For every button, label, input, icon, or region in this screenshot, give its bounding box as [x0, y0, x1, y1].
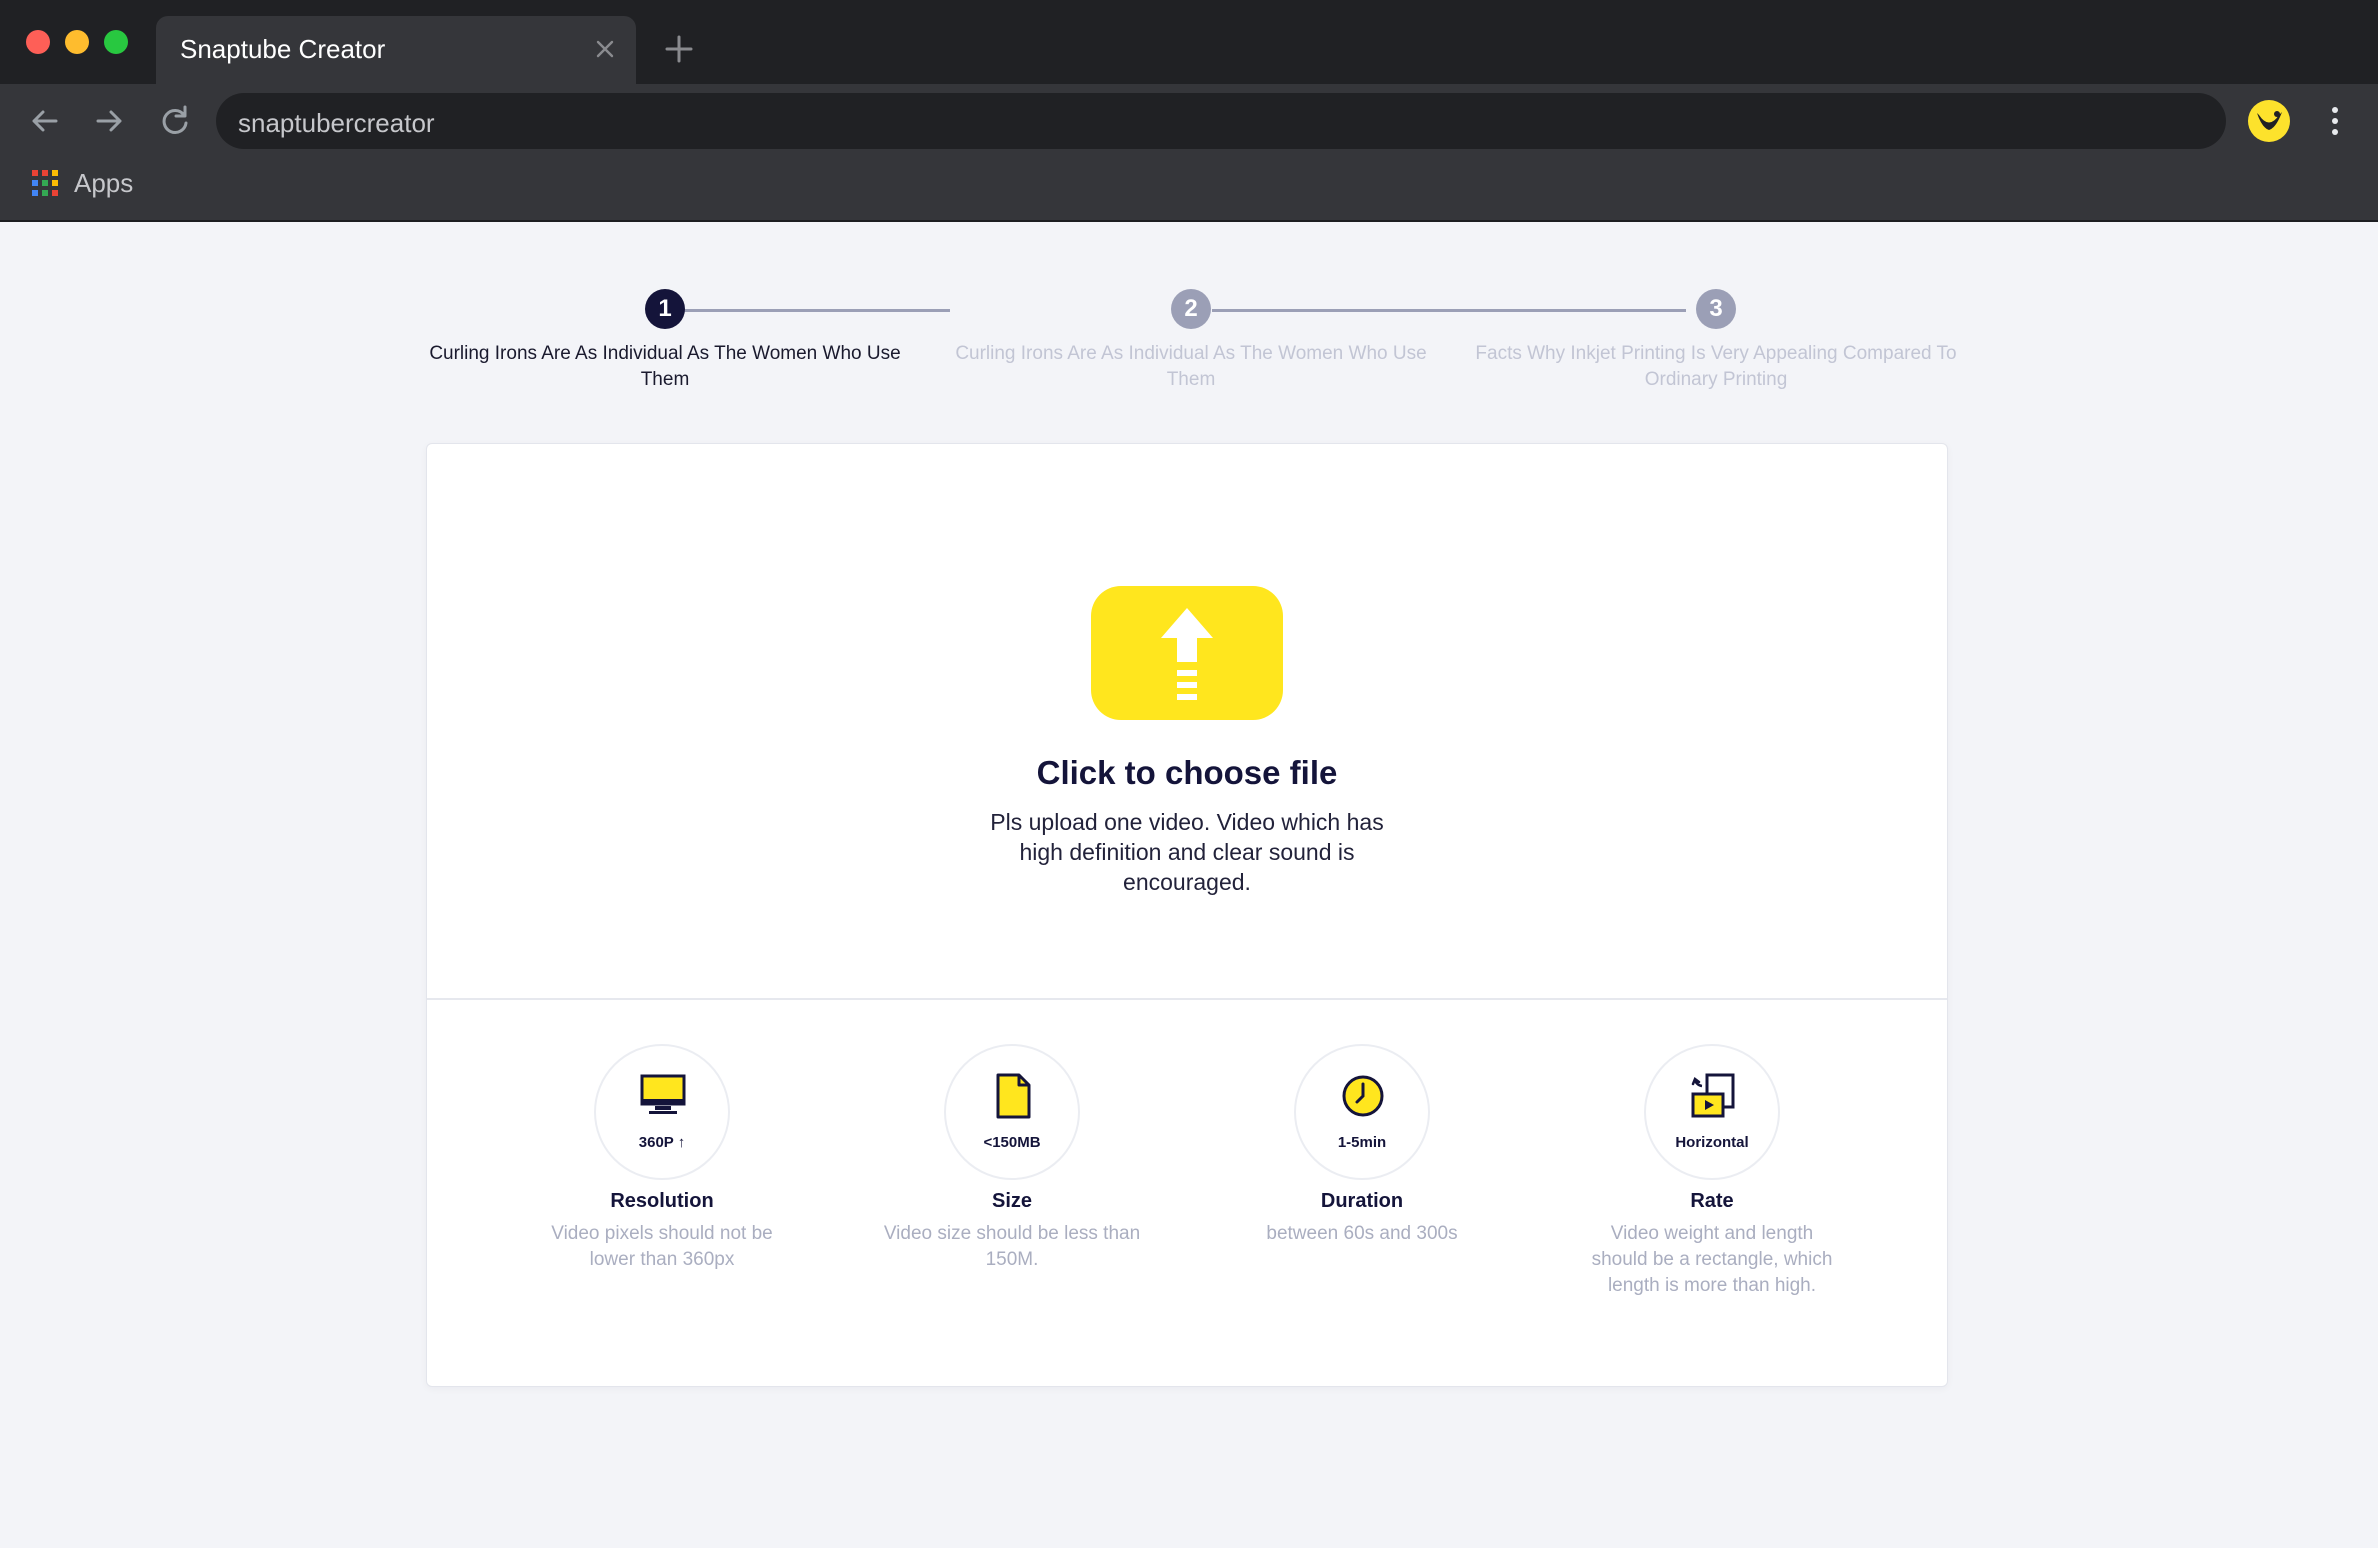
file-upload-dropzone[interactable]: Click to choose file Pls upload one vide…: [427, 444, 1947, 998]
requirement-badge: <150MB: [944, 1044, 1080, 1180]
plus-icon[interactable]: [664, 34, 694, 64]
file-icon: [996, 1073, 1031, 1119]
close-window-button[interactable]: [26, 30, 50, 54]
requirement-description: between 60s and 300s: [1266, 1223, 1458, 1244]
step-3[interactable]: 3 Facts Why Inkjet Printing Is Very Appe…: [1471, 289, 1961, 393]
requirement-size: <150MB Size Video size should be less th…: [862, 1044, 1162, 1273]
badge-label: 360P ↑: [638, 1134, 686, 1151]
maximize-window-button[interactable]: [104, 30, 128, 54]
requirement-resolution: 360P ↑ Resolution Video pixels should no…: [512, 1044, 812, 1273]
tab-bar: Snaptube Creator: [0, 0, 2378, 84]
step-number: 1: [645, 289, 685, 329]
requirements-list: 360P ↑ Resolution Video pixels should no…: [427, 1044, 1947, 1344]
apps-bookmark[interactable]: Apps: [74, 168, 133, 199]
address-text: snaptubercreator: [238, 108, 435, 138]
apps-grid-icon[interactable]: [32, 170, 58, 196]
requirement-rate: Horizontal Rate Video weight and length …: [1562, 1044, 1862, 1299]
requirement-title: Resolution: [610, 1190, 714, 1212]
minimize-window-button[interactable]: [65, 30, 89, 54]
requirement-badge: 1-5min: [1294, 1044, 1430, 1180]
clock-icon: [1342, 1075, 1384, 1117]
reload-icon[interactable]: [156, 102, 194, 140]
badge-label: 1-5min: [1337, 1134, 1387, 1151]
rotate-screen-icon: [1691, 1073, 1735, 1118]
back-arrow-icon[interactable]: [26, 102, 64, 140]
tab-title: Snaptube Creator: [180, 34, 386, 64]
step-label: Curling Irons Are As Individual As The W…: [429, 343, 901, 390]
requirement-description: Video weight and length should be a rect…: [1591, 1223, 1833, 1296]
requirement-title: Duration: [1320, 1190, 1404, 1212]
step-2[interactable]: 2 Curling Irons Are As Individual As The…: [946, 289, 1436, 393]
requirement-title: Size: [991, 1190, 1033, 1212]
more-vert-icon[interactable]: [2322, 102, 2348, 140]
snaptube-extension-icon[interactable]: [2248, 100, 2290, 142]
requirement-description: Video pixels should not be lower than 36…: [551, 1223, 773, 1270]
step-number: 2: [1171, 289, 1211, 329]
requirement-badge: Horizontal: [1644, 1044, 1780, 1180]
requirement-title: Rate: [1690, 1190, 1734, 1212]
card-divider: [427, 998, 1947, 1000]
requirement-badge: 360P ↑: [594, 1044, 730, 1180]
browser-toolbar: snaptubercreator: [0, 84, 2378, 158]
close-icon[interactable]: [592, 36, 618, 62]
requirement-description: Video size should be less than 150M.: [883, 1223, 1141, 1270]
step-1[interactable]: 1 Curling Irons Are As Individual As The…: [420, 289, 910, 393]
browser-window: Snaptube Creator snaptubercreator Apps 1…: [0, 0, 2378, 1548]
browser-tab[interactable]: Snaptube Creator: [156, 16, 636, 84]
upload-title: Click to choose file: [1036, 754, 1338, 791]
bookmarks-bar: Apps: [0, 158, 2378, 222]
step-number: 3: [1696, 289, 1736, 329]
step-label: Facts Why Inkjet Printing Is Very Appeal…: [1475, 343, 1957, 390]
step-label: Curling Irons Are As Individual As The W…: [955, 343, 1427, 390]
upload-description: Pls upload one video. Video which has hi…: [990, 809, 1384, 895]
upload-arrow-icon[interactable]: [1091, 586, 1283, 720]
forward-arrow-icon[interactable]: [90, 102, 128, 140]
address-bar[interactable]: snaptubercreator: [216, 93, 2226, 149]
progress-stepper: 1 Curling Irons Are As Individual As The…: [420, 285, 1957, 405]
badge-label: <150MB: [983, 1134, 1041, 1151]
upload-card: Click to choose file Pls upload one vide…: [426, 443, 1948, 1387]
requirement-duration: 1-5min Duration between 60s and 300s: [1212, 1044, 1512, 1247]
badge-label: Horizontal: [1675, 1134, 1749, 1151]
monitor-icon: [640, 1074, 686, 1114]
